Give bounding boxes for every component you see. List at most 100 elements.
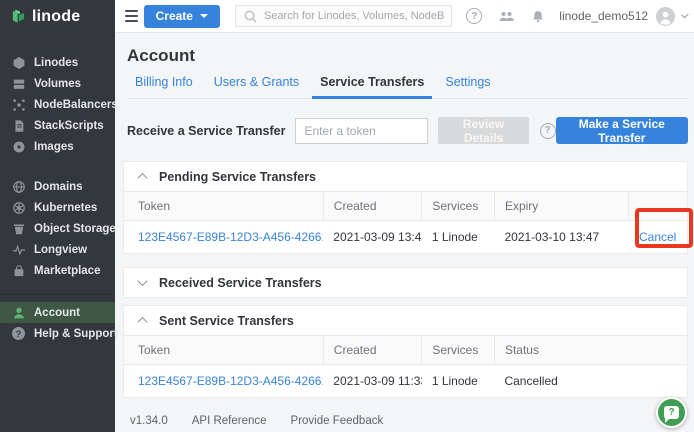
sidebar-item-object-storage[interactable]: Object Storage	[0, 218, 115, 239]
token-link[interactable]: 123E4567-E89B-12D3-A456-426614174001	[138, 374, 323, 388]
sidebar-item-help-support[interactable]: ? Help & Support	[0, 323, 115, 344]
table-row: 123E4567-E89B-12D3-A456-426614174000 202…	[124, 221, 687, 254]
topbar: Create ? linode_demo512	[115, 0, 694, 33]
community-icon[interactable]	[498, 9, 515, 24]
section-title: Received Service Transfers	[159, 276, 322, 290]
sent-transfers-card: Sent Service Transfers Token Created Ser…	[123, 305, 688, 398]
services-cell: 1 Linode	[422, 365, 495, 398]
sidebar-item-domains[interactable]: Domains	[0, 176, 115, 197]
sidebar-item-linodes[interactable]: Linodes	[0, 52, 115, 73]
tab-settings[interactable]: Settings	[437, 75, 498, 99]
section-title: Sent Service Transfers	[159, 314, 294, 328]
volumes-icon	[11, 76, 26, 91]
sidebar-item-stackscripts[interactable]: StackScripts	[0, 115, 115, 136]
account-menu-chevron-icon[interactable]	[681, 11, 689, 19]
collapse-caret-icon	[138, 173, 148, 183]
col-token: Token	[124, 192, 323, 221]
tab-bar: Billing Info Users & Grants Service Tran…	[127, 75, 688, 99]
version-label: v1.34.0	[130, 415, 168, 427]
tab-billing-info[interactable]: Billing Info	[127, 75, 201, 99]
pending-transfers-table: Token Created Services Expiry 123E4567-E…	[124, 191, 687, 253]
sidebar-item-kubernetes[interactable]: Kubernetes	[0, 197, 115, 218]
logo-text: linode	[32, 8, 80, 26]
sidebar-item-volumes[interactable]: Volumes	[0, 73, 115, 94]
sidebar-item-account[interactable]: Account	[0, 302, 115, 323]
account-person-icon	[11, 305, 26, 320]
table-header-row: Token Created Services Expiry	[124, 192, 687, 221]
sidebar-item-longview[interactable]: Longview	[0, 239, 115, 260]
col-created: Created	[323, 336, 422, 365]
created-cell: 2021-03-09 13:47	[323, 221, 422, 254]
col-services: Services	[422, 336, 495, 365]
api-reference-link[interactable]: API Reference	[192, 415, 267, 427]
token-link[interactable]: 123E4567-E89B-12D3-A456-426614174000	[138, 230, 323, 244]
created-cell: 2021-03-09 11:33	[323, 365, 422, 398]
services-cell: 1 Linode	[422, 221, 495, 254]
received-transfers-card: Received Service Transfers	[123, 267, 688, 298]
sidebar-item-label: Domains	[34, 181, 83, 193]
linode-cube-icon	[11, 55, 26, 70]
expiry-cell: 2021-03-10 13:47	[494, 221, 629, 254]
footer: v1.34.0 API Reference Provide Feedback	[130, 415, 688, 427]
collapse-caret-icon	[138, 317, 148, 327]
hamburger-menu-icon[interactable]	[125, 10, 138, 22]
col-expiry: Expiry	[494, 192, 629, 221]
receive-help-icon[interactable]: ?	[540, 123, 556, 139]
sidebar-item-label: StackScripts	[34, 120, 104, 132]
notifications-bell-icon[interactable]	[531, 9, 545, 24]
nodebalancers-icon	[11, 97, 26, 112]
col-actions	[629, 192, 687, 221]
search-icon	[243, 9, 258, 24]
cancel-link[interactable]: Cancel	[639, 230, 676, 244]
sidebar-item-images[interactable]: Images	[0, 136, 115, 157]
chat-bubble-icon: ?	[664, 406, 679, 419]
expand-caret-icon	[138, 276, 148, 286]
stackscripts-icon	[11, 118, 26, 133]
sidebar-item-label: Longview	[34, 244, 87, 256]
sent-transfers-table: Token Created Services Status 123E4567-E…	[124, 335, 687, 397]
sidebar-item-label: Help & Support	[34, 328, 118, 340]
sent-transfers-header[interactable]: Sent Service Transfers	[124, 306, 687, 335]
tab-service-transfers[interactable]: Service Transfers	[312, 75, 432, 99]
col-token: Token	[124, 336, 323, 365]
sidebar-item-label: NodeBalancers	[34, 99, 118, 111]
status-cell: Cancelled	[494, 365, 687, 398]
col-created: Created	[323, 192, 422, 221]
sidebar-item-label: Account	[34, 307, 80, 319]
create-button[interactable]: Create	[144, 5, 220, 28]
help-icon[interactable]: ?	[466, 8, 482, 24]
pending-transfers-card: Pending Service Transfers Token Created …	[123, 161, 688, 254]
sidebar-item-label: Linodes	[34, 57, 78, 69]
sidebar-nav: Linodes Volumes NodeBalancers StackScrip…	[0, 33, 115, 344]
token-input[interactable]	[295, 118, 428, 144]
search-input[interactable]	[264, 10, 444, 22]
review-details-button[interactable]: Review Details	[438, 117, 528, 144]
sidebar-item-label: Volumes	[34, 78, 81, 90]
make-service-transfer-button[interactable]: Make a Service Transfer	[556, 117, 688, 144]
sidebar-item-marketplace[interactable]: Marketplace	[0, 260, 115, 281]
linode-logo-icon	[11, 9, 26, 24]
receive-transfer-label: Receive a Service Transfer	[127, 124, 285, 138]
avatar[interactable]	[656, 7, 675, 26]
username[interactable]: linode_demo512	[559, 9, 648, 23]
sidebar-item-label: Images	[34, 141, 74, 153]
receive-transfer-row: Receive a Service Transfer Review Detail…	[127, 117, 688, 144]
section-title: Pending Service Transfers	[159, 170, 316, 184]
main-content: Account Billing Info Users & Grants Serv…	[115, 33, 694, 432]
provide-feedback-link[interactable]: Provide Feedback	[291, 415, 384, 427]
sidebar-item-nodebalancers[interactable]: NodeBalancers	[0, 94, 115, 115]
received-transfers-header[interactable]: Received Service Transfers	[124, 268, 687, 297]
table-header-row: Token Created Services Status	[124, 336, 687, 365]
linode-logo[interactable]: linode	[0, 0, 115, 33]
tab-users-grants[interactable]: Users & Grants	[206, 75, 307, 99]
kubernetes-wheel-icon	[11, 200, 26, 215]
sidebar: linode Linodes Volumes NodeBalancers Sta…	[0, 0, 115, 432]
chevron-down-icon	[200, 14, 208, 18]
sidebar-item-label: Marketplace	[34, 265, 100, 277]
help-circle-icon: ?	[11, 326, 26, 341]
sidebar-item-label: Kubernetes	[34, 202, 97, 214]
sidebar-item-label: Object Storage	[34, 223, 116, 235]
support-chat-button[interactable]: ?	[656, 397, 687, 428]
pending-transfers-header[interactable]: Pending Service Transfers	[124, 162, 687, 191]
search-bar[interactable]	[235, 5, 452, 27]
